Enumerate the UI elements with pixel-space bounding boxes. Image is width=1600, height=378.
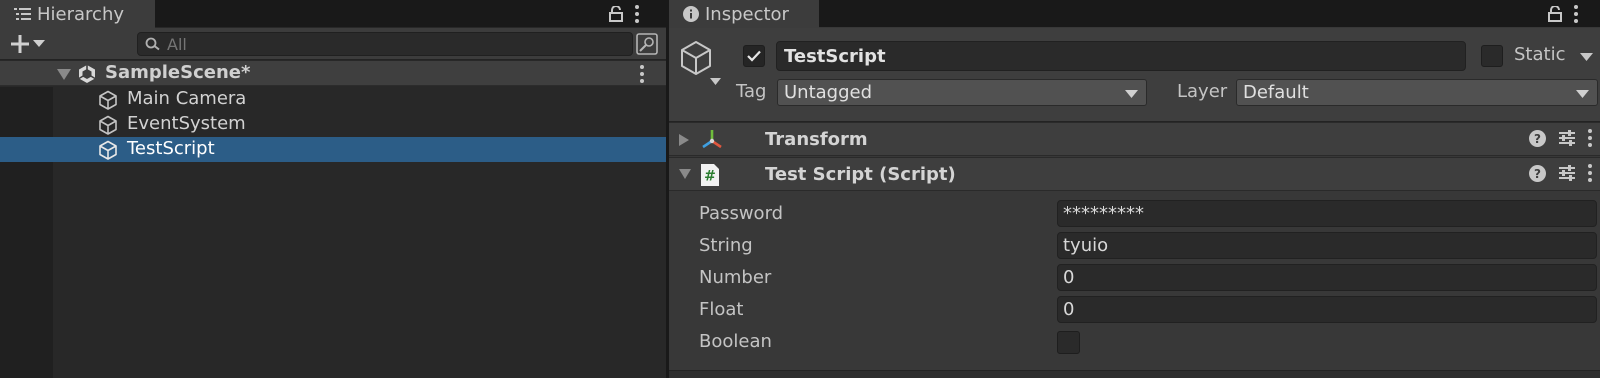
search-input[interactable] [167,34,567,54]
inspector-tab-tools [1548,0,1578,27]
chevron-down-icon [1576,90,1589,98]
hierarchy-panel: Hierarchy All SampleScene* Main Camera E… [0,0,666,378]
component-tools: ? [1529,164,1592,182]
gameobject-icon[interactable] [679,40,713,76]
kebab-menu-icon[interactable] [635,4,639,23]
checkmark-icon [747,50,761,62]
hierarchy-item-label: TestScript [127,138,215,159]
hierarchy-item-label: Main Camera [127,88,247,109]
static-dropdown-icon[interactable] [1580,53,1593,61]
scene-row[interactable]: SampleScene* [0,61,666,86]
component-tools: ? [1529,129,1592,147]
layer-value: Default [1243,82,1309,103]
property-label-boolean: Boolean [699,331,772,352]
scene-menu-icon[interactable] [640,65,644,83]
list-icon [14,7,31,21]
info-icon [683,6,699,22]
chevron-down-icon [33,40,45,48]
search-field[interactable] [137,32,633,56]
active-toggle[interactable] [743,45,765,67]
presets-icon[interactable] [1558,130,1576,146]
cube-icon [98,115,118,135]
hierarchy-item-test-script[interactable]: TestScript [0,137,666,162]
cube-icon [98,140,118,160]
property-label-float: Float [699,299,744,320]
transform-icon [700,128,724,152]
kebab-menu-icon[interactable] [1588,129,1592,147]
inspector-footer [669,370,1600,378]
svg-text:?: ? [1534,132,1541,146]
help-icon[interactable]: ? [1529,164,1546,182]
svg-text:#: # [704,169,716,185]
component-title: Test Script (Script) [765,164,956,185]
property-field-float[interactable]: 0 [1057,296,1597,323]
chevron-down-icon[interactable] [710,78,721,85]
layer-label: Layer [1177,81,1228,102]
chevron-down-icon [1125,90,1138,98]
static-toggle[interactable] [1481,45,1503,67]
lock-icon[interactable] [609,5,623,22]
scene-name: SampleScene* [105,62,251,83]
tab-inspector-label: Inspector [705,3,789,25]
property-field-number[interactable]: 0 [1057,264,1597,291]
property-field-string[interactable]: tyuio [1057,232,1597,259]
create-button[interactable] [10,32,45,56]
hierarchy-toolbar [0,28,666,60]
tag-dropdown[interactable]: Untagged [777,79,1147,106]
search-in-scene-button[interactable] [635,32,659,56]
gameobject-name-field[interactable]: TestScript [776,41,1466,71]
hierarchy-tab-tools [609,0,639,27]
inspector-panel: Inspector TestScript Static Tag Untagged [669,0,1600,378]
component-title: Transform [765,129,868,150]
svg-text:?: ? [1534,167,1541,181]
property-field-password[interactable]: ********* [1057,200,1597,227]
property-checkbox-boolean[interactable] [1057,331,1080,354]
hierarchy-item-label: EventSystem [127,113,246,134]
search-icon [145,37,161,51]
layer-dropdown[interactable]: Default [1236,79,1598,106]
static-label: Static [1514,44,1566,65]
kebab-menu-icon[interactable] [1588,164,1592,182]
scene-search-icon [635,32,659,56]
presets-icon[interactable] [1558,165,1576,181]
component-header-transform[interactable]: Transform ? [669,122,1600,156]
tab-hierarchy-label: Hierarchy [37,3,125,25]
fold-right-icon[interactable] [679,134,689,146]
cube-icon [98,90,118,110]
tag-label: Tag [736,81,767,102]
property-label-number: Number [699,267,772,288]
gameobject-header: TestScript Static Tag Untagged Layer Def… [669,28,1600,122]
plus-icon [10,34,30,54]
tab-inspector[interactable]: Inspector [669,0,819,28]
unity-scene-icon [77,64,97,84]
tab-hierarchy[interactable]: Hierarchy [0,0,155,28]
property-label-password: Password [699,203,784,224]
fold-down-icon[interactable] [57,69,71,81]
kebab-menu-icon[interactable] [1574,4,1578,23]
csharp-script-icon: # [700,163,720,187]
hierarchy-item-event-system[interactable]: EventSystem [0,112,666,137]
help-icon[interactable]: ? [1529,129,1546,147]
tag-value: Untagged [784,82,873,103]
component-header-test-script[interactable]: # Test Script (Script) ? [669,157,1600,191]
fold-down-icon[interactable] [679,169,691,179]
property-label-string: String [699,235,753,256]
lock-icon[interactable] [1548,5,1562,22]
hierarchy-item-main-camera[interactable]: Main Camera [0,87,666,112]
